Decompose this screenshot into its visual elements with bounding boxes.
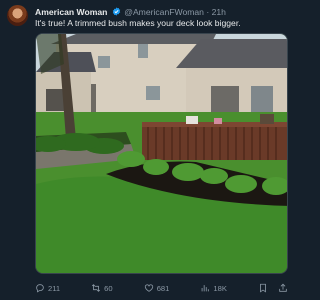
like-button[interactable]: 681 — [144, 283, 170, 293]
backyard-photo — [36, 34, 287, 273]
views-button[interactable]: 18K — [200, 283, 227, 293]
like-count: 681 — [156, 283, 170, 293]
like-icon — [144, 284, 153, 292]
tweet[interactable]: American Woman @AmericanFWoman · 21h It'… — [0, 0, 295, 300]
tweet-text: It's true! A trimmed bush makes your dec… — [35, 18, 241, 28]
author-name[interactable]: American Woman — [35, 7, 107, 17]
bookmark-icon[interactable] — [258, 283, 268, 293]
share-icon[interactable] — [278, 283, 288, 293]
tweet-image[interactable] — [35, 33, 288, 274]
right-actions — [258, 283, 288, 293]
retweet-count: 60 — [104, 283, 113, 293]
retweet-icon — [92, 284, 101, 292]
reply-count: 211 — [48, 283, 61, 293]
verified-badge-icon — [112, 7, 121, 16]
separator: · — [206, 7, 210, 17]
reply-icon — [36, 284, 44, 293]
avatar[interactable] — [7, 5, 28, 26]
retweet-button[interactable]: 60 — [91, 283, 113, 293]
timestamp[interactable]: 21h — [212, 7, 226, 17]
author-handle[interactable]: @AmericanFWoman — [124, 7, 204, 17]
views-icon — [202, 285, 210, 292]
views-count: 18K — [213, 283, 227, 293]
reply-button[interactable]: 211 — [35, 283, 60, 293]
action-bar: 211 60 681 18K — [35, 281, 288, 295]
